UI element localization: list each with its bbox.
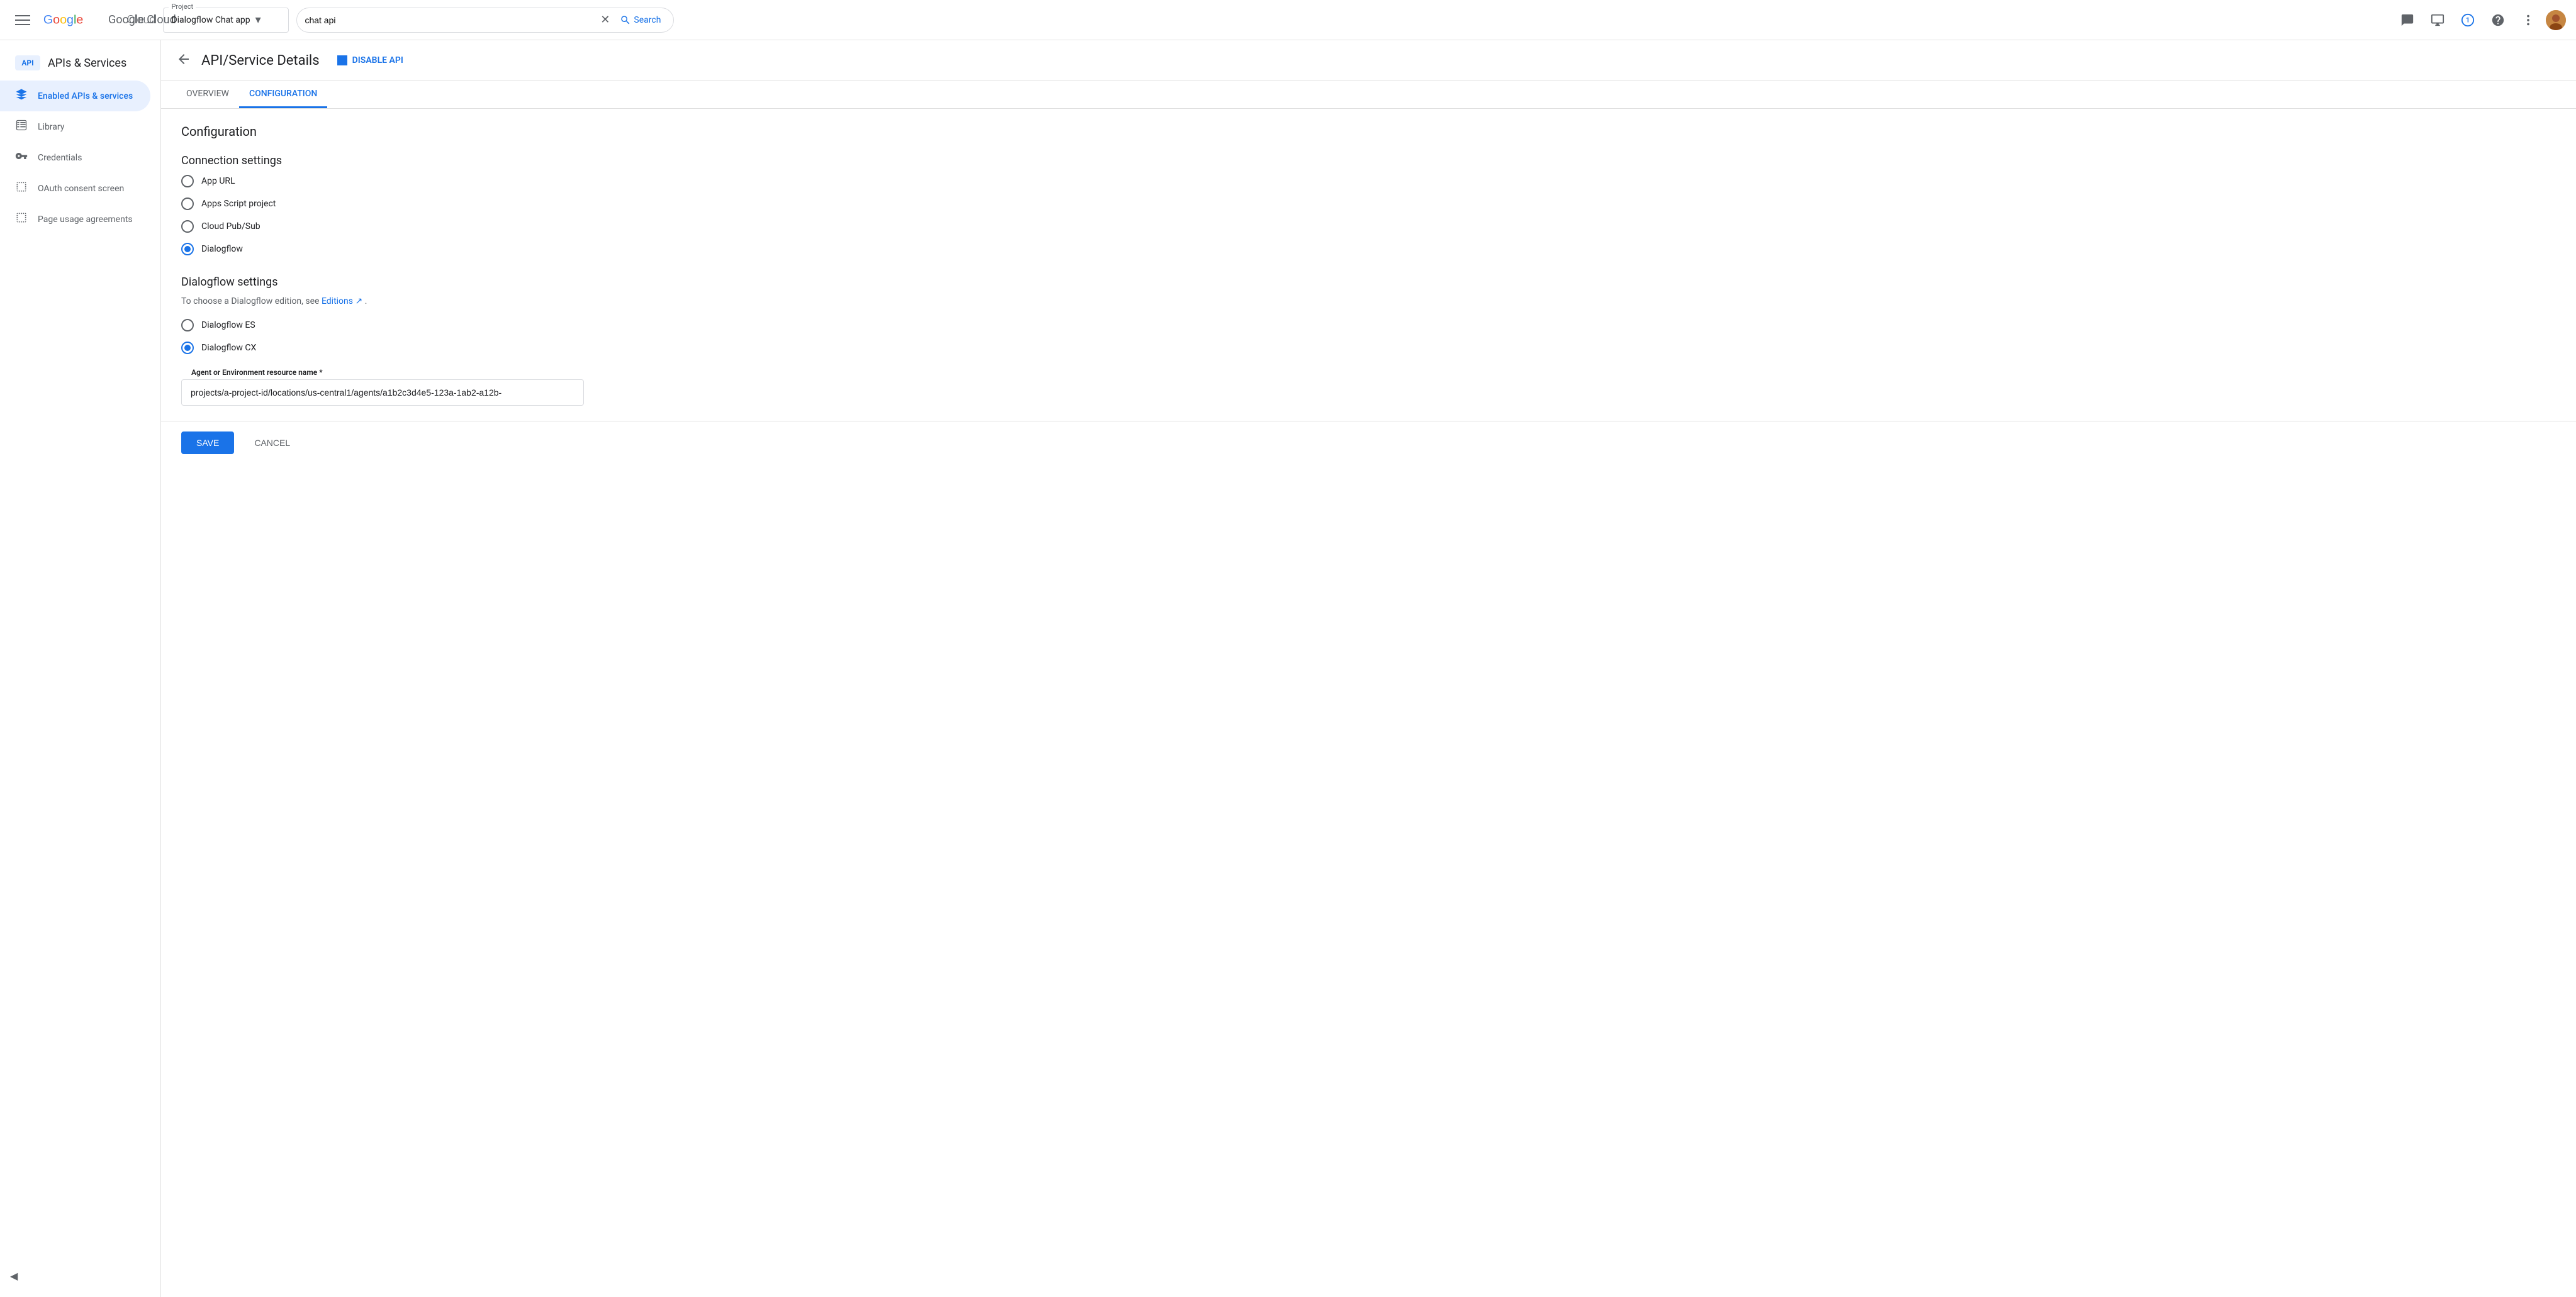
action-bar: SAVE CANCEL: [161, 421, 2576, 464]
editions-link[interactable]: Editions ↗: [322, 296, 365, 306]
radio-app-url-label: App URL: [201, 176, 235, 186]
sidebar-item-page-usage-label: Page usage agreements: [38, 214, 133, 225]
disable-api-label: DISABLE API: [352, 55, 403, 65]
radio-dialogflow-es-label: Dialogflow ES: [201, 320, 255, 330]
connection-options: App URL Apps Script project Cloud Pub/Su…: [181, 175, 707, 255]
radio-dialogflow-circle: [181, 243, 194, 255]
cloud-label: Cloud: [127, 13, 156, 26]
radio-dialogflow-cx-circle: [181, 342, 194, 354]
page-header: API/Service Details DISABLE API: [161, 40, 2576, 81]
save-button[interactable]: SAVE: [181, 431, 234, 454]
sidebar: API APIs & Services Enabled APIs & servi…: [0, 40, 161, 1297]
sidebar-header: API APIs & Services: [0, 45, 160, 81]
enabled-apis-icon: [15, 88, 28, 104]
radio-apps-script-label: Apps Script project: [201, 199, 276, 209]
radio-dialogflow-cx[interactable]: Dialogflow CX: [181, 342, 707, 354]
radio-dialogflow-es[interactable]: Dialogflow ES: [181, 319, 707, 331]
tab-overview[interactable]: OVERVIEW: [176, 81, 239, 108]
radio-dialogflow-cx-label: Dialogflow CX: [201, 343, 256, 353]
radio-dialogflow[interactable]: Dialogflow: [181, 243, 707, 255]
project-name: Dialogflow Chat app: [171, 15, 250, 25]
radio-cloud-pubsub-circle: [181, 220, 194, 233]
external-link-icon: ↗: [355, 296, 362, 306]
topbar-actions: 1: [2395, 8, 2566, 33]
help-icon[interactable]: [2485, 8, 2511, 33]
layout: API APIs & Services Enabled APIs & servi…: [0, 40, 2576, 1297]
collapse-icon: ◀: [10, 1270, 18, 1282]
radio-app-url-circle: [181, 175, 194, 187]
search-clear-icon[interactable]: ✕: [600, 13, 610, 26]
sidebar-item-library[interactable]: Library: [0, 111, 150, 142]
hamburger-menu[interactable]: [10, 8, 35, 33]
search-button[interactable]: Search: [615, 12, 666, 28]
radio-dialogflow-inner: [184, 246, 191, 252]
google-cloud-logo: Google Google Cloud: [43, 11, 176, 30]
project-selector[interactable]: Project Dialogflow Chat app ▾: [163, 8, 289, 33]
radio-dialogflow-cx-inner: [184, 345, 191, 351]
console-icon[interactable]: [2395, 8, 2420, 33]
search-icon: [620, 14, 631, 26]
sidebar-item-enabled-apis-label: Enabled APIs & services: [38, 91, 133, 101]
sidebar-collapse[interactable]: ◀: [10, 1270, 18, 1282]
tab-configuration[interactable]: CONFIGURATION: [239, 81, 327, 108]
configuration-content: Configuration Connection settings App UR…: [161, 109, 727, 421]
page-title: API/Service Details: [201, 53, 320, 69]
dialogflow-editions: Dialogflow ES Dialogflow CX: [181, 319, 707, 354]
library-icon: [15, 119, 28, 135]
agent-input-group: Agent or Environment resource name *: [181, 374, 707, 406]
radio-cloud-pubsub-label: Cloud Pub/Sub: [201, 221, 260, 231]
disable-api-button[interactable]: DISABLE API: [330, 50, 411, 70]
display-icon[interactable]: [2425, 8, 2450, 33]
search-bar: ✕ Search: [296, 8, 674, 33]
sidebar-item-library-label: Library: [38, 122, 64, 132]
search-button-label: Search: [634, 15, 661, 25]
sidebar-title: APIs & Services: [48, 57, 126, 70]
radio-apps-script[interactable]: Apps Script project: [181, 198, 707, 210]
radio-app-url[interactable]: App URL: [181, 175, 707, 187]
tabs: OVERVIEW CONFIGURATION: [161, 81, 2576, 109]
sidebar-item-credentials-label: Credentials: [38, 153, 82, 163]
sidebar-item-page-usage[interactable]: Page usage agreements: [0, 204, 150, 235]
sidebar-item-oauth-label: OAuth consent screen: [38, 184, 124, 194]
main-content: API/Service Details DISABLE API OVERVIEW…: [161, 40, 2576, 1297]
page-usage-icon: [15, 211, 28, 227]
project-dropdown-arrow: ▾: [255, 13, 261, 26]
cancel-button[interactable]: CANCEL: [244, 431, 300, 454]
sidebar-item-enabled-apis[interactable]: Enabled APIs & services: [0, 81, 150, 111]
disable-api-icon: [337, 55, 347, 65]
radio-dialogflow-es-circle: [181, 319, 194, 331]
connection-settings-title: Connection settings: [181, 154, 707, 167]
dialogflow-helper-text: To choose a Dialogflow edition, see Edit…: [181, 296, 707, 306]
notifications-icon[interactable]: 1: [2455, 8, 2480, 33]
sidebar-item-credentials[interactable]: Credentials: [0, 142, 150, 173]
api-badge: API: [15, 55, 40, 70]
credentials-icon: [15, 150, 28, 165]
svg-text:1: 1: [2466, 16, 2470, 24]
radio-dialogflow-label: Dialogflow: [201, 244, 243, 254]
svg-text:Google: Google: [43, 13, 83, 26]
oauth-icon: [15, 181, 28, 196]
project-label: Project: [169, 3, 196, 11]
search-input[interactable]: [305, 15, 595, 25]
input-label-container: Agent or Environment resource name *: [181, 374, 707, 406]
agent-resource-name-input[interactable]: [181, 379, 584, 406]
radio-apps-script-circle: [181, 198, 194, 210]
back-button[interactable]: [176, 52, 191, 70]
topbar: Google Google Cloud Cloud Project Dialog…: [0, 0, 2576, 40]
dialogflow-settings-title: Dialogflow settings: [181, 276, 707, 289]
agent-input-label: Agent or Environment resource name *: [189, 368, 325, 377]
user-avatar[interactable]: [2546, 10, 2566, 30]
more-options-icon[interactable]: [2516, 8, 2541, 33]
section-title: Configuration: [181, 124, 707, 139]
sidebar-item-oauth[interactable]: OAuth consent screen: [0, 173, 150, 204]
radio-cloud-pubsub[interactable]: Cloud Pub/Sub: [181, 220, 707, 233]
